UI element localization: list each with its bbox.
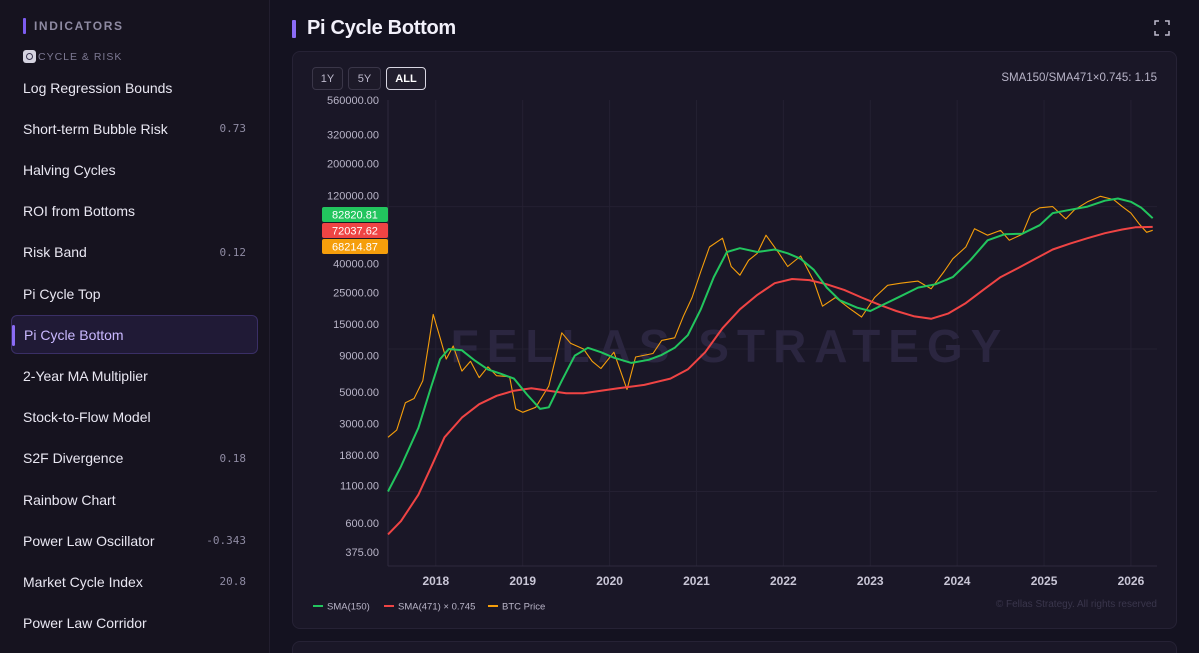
legend-label: SMA(471) × 0.745 — [398, 602, 475, 613]
y-tick-label: 25000.00 — [333, 287, 379, 299]
current-value-label: 72037.62 — [332, 226, 378, 238]
chart-legend: SMA(150) SMA(471) × 0.745 BTC Price — [313, 602, 545, 613]
x-tick-label: 2023 — [857, 574, 884, 588]
current-value-label: 68214.87 — [332, 242, 378, 254]
series-line — [387, 225, 1153, 536]
y-tick-label: 1800.00 — [339, 450, 379, 462]
y-tick-label: 1100.00 — [340, 481, 379, 493]
x-tick-label: 2020 — [596, 574, 623, 588]
y-tick-label: 5000.00 — [339, 387, 379, 399]
x-tick-label: 2018 — [422, 574, 449, 588]
x-tick-label: 2026 — [1118, 574, 1145, 588]
current-value-badges: 82820.81 72037.62 68214.87 — [322, 207, 388, 254]
current-value-label: 82820.81 — [332, 210, 378, 222]
pi-cycle-bottom-chart: FELLAS STRATEGY 375.00 600.00 1100.00 1800.… — [313, 95, 1157, 613]
y-tick-label: 200000.00 — [327, 159, 379, 171]
y-axis: 375.00 600.00 1100.00 1800.00 3000.00 5000.00… — [327, 95, 379, 559]
series-line — [387, 195, 1153, 438]
y-tick-label: 40000.00 — [333, 258, 379, 270]
x-axis: 2018 2019 2020 2021 2022 2023 2024 2025 2026 — [422, 574, 1144, 588]
y-tick-label: 375.00 — [345, 547, 379, 559]
y-tick-label: 15000.00 — [333, 319, 379, 331]
x-tick-label: 2024 — [944, 574, 971, 588]
y-tick-label: 3000.00 — [339, 419, 379, 431]
copyright: © Fellas Strategy. All rights reserved — [996, 599, 1157, 610]
watermark: FELLAS STRATEGY — [451, 320, 1010, 372]
y-tick-label: 320000.00 — [327, 130, 379, 142]
x-tick-label: 2022 — [770, 574, 797, 588]
x-tick-label: 2025 — [1031, 574, 1058, 588]
x-tick-label: 2021 — [683, 574, 710, 588]
legend-label: SMA(150) — [327, 602, 370, 613]
legend-label: BTC Price — [502, 602, 545, 613]
x-tick-label: 2019 — [509, 574, 536, 588]
y-tick-label: 600.00 — [345, 518, 379, 530]
y-tick-label: 120000.00 — [327, 190, 379, 202]
y-tick-label: 560000.00 — [327, 95, 379, 107]
y-tick-label: 9000.00 — [339, 351, 379, 363]
